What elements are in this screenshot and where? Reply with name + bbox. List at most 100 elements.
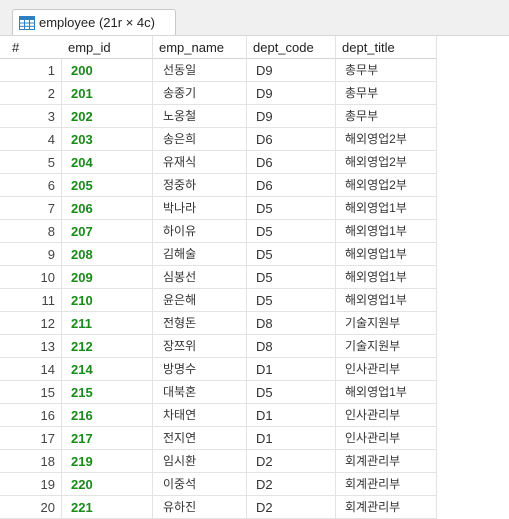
emp-id-cell[interactable]: 210 — [62, 289, 153, 312]
emp-name-cell[interactable]: 윤은해 — [153, 289, 247, 312]
emp-id-cell[interactable]: 207 — [62, 220, 153, 243]
dept-title-cell[interactable]: 해외영업1부 — [336, 289, 437, 312]
table-row[interactable]: 8 207 하이유 D5 해외영업1부 — [0, 220, 509, 243]
dept-title-cell[interactable]: 인사관리부 — [336, 358, 437, 381]
dept-code-cell[interactable]: D9 — [247, 105, 336, 128]
emp-name-cell[interactable]: 정중하 — [153, 174, 247, 197]
emp-id-cell[interactable]: 215 — [62, 381, 153, 404]
dept-title-cell[interactable]: 회계관리부 — [336, 450, 437, 473]
emp-name-cell[interactable]: 이중석 — [153, 473, 247, 496]
emp-id-cell[interactable]: 209 — [62, 266, 153, 289]
emp-name-cell[interactable]: 선동일 — [153, 59, 247, 82]
emp-name-cell[interactable]: 김해술 — [153, 243, 247, 266]
emp-name-cell[interactable]: 유재식 — [153, 151, 247, 174]
column-header-dept-code[interactable]: dept_code — [247, 36, 336, 59]
emp-id-cell[interactable]: 217 — [62, 427, 153, 450]
emp-name-cell[interactable]: 박나라 — [153, 197, 247, 220]
dept-title-cell[interactable]: 해외영업1부 — [336, 220, 437, 243]
dept-title-cell[interactable]: 총무부 — [336, 59, 437, 82]
emp-name-cell[interactable]: 임시환 — [153, 450, 247, 473]
dept-title-cell[interactable]: 해외영업2부 — [336, 151, 437, 174]
emp-name-cell[interactable]: 방명수 — [153, 358, 247, 381]
table-row[interactable]: 3 202 노옹철 D9 총무부 — [0, 105, 509, 128]
dept-title-cell[interactable]: 해외영업2부 — [336, 174, 437, 197]
dept-title-cell[interactable]: 인사관리부 — [336, 427, 437, 450]
emp-id-cell[interactable]: 211 — [62, 312, 153, 335]
dept-code-cell[interactable]: D2 — [247, 473, 336, 496]
dept-code-cell[interactable]: D1 — [247, 427, 336, 450]
dept-title-cell[interactable]: 인사관리부 — [336, 404, 437, 427]
column-header-dept-title[interactable]: dept_title — [336, 36, 437, 59]
dept-title-cell[interactable]: 해외영업1부 — [336, 197, 437, 220]
emp-id-cell[interactable]: 220 — [62, 473, 153, 496]
emp-id-cell[interactable]: 216 — [62, 404, 153, 427]
emp-name-cell[interactable]: 차태연 — [153, 404, 247, 427]
dept-title-cell[interactable]: 해외영업1부 — [336, 266, 437, 289]
table-row[interactable]: 10 209 심봉선 D5 해외영업1부 — [0, 266, 509, 289]
dept-code-cell[interactable]: D5 — [247, 266, 336, 289]
emp-name-cell[interactable]: 심봉선 — [153, 266, 247, 289]
table-row[interactable]: 18 219 임시환 D2 회계관리부 — [0, 450, 509, 473]
emp-name-cell[interactable]: 하이유 — [153, 220, 247, 243]
emp-id-cell[interactable]: 214 — [62, 358, 153, 381]
emp-id-cell[interactable]: 204 — [62, 151, 153, 174]
emp-name-cell[interactable]: 전형돈 — [153, 312, 247, 335]
table-row[interactable]: 14 214 방명수 D1 인사관리부 — [0, 358, 509, 381]
table-row[interactable]: 11 210 윤은해 D5 해외영업1부 — [0, 289, 509, 312]
table-row[interactable]: 7 206 박나라 D5 해외영업1부 — [0, 197, 509, 220]
dept-code-cell[interactable]: D5 — [247, 220, 336, 243]
dept-code-cell[interactable]: D5 — [247, 197, 336, 220]
table-row[interactable]: 17 217 전지연 D1 인사관리부 — [0, 427, 509, 450]
emp-name-cell[interactable]: 장쯔위 — [153, 335, 247, 358]
dept-code-cell[interactable]: D8 — [247, 312, 336, 335]
table-row[interactable]: 2 201 송종기 D9 총무부 — [0, 82, 509, 105]
dept-title-cell[interactable]: 회계관리부 — [336, 473, 437, 496]
tab-employee[interactable]: employee (21r × 4c) — [12, 9, 176, 35]
emp-id-cell[interactable]: 200 — [62, 59, 153, 82]
dept-title-cell[interactable]: 해외영업2부 — [336, 128, 437, 151]
table-row[interactable]: 1 200 선동일 D9 총무부 — [0, 59, 509, 82]
dept-code-cell[interactable]: D6 — [247, 128, 336, 151]
emp-name-cell[interactable]: 대북혼 — [153, 381, 247, 404]
dept-code-cell[interactable]: D6 — [247, 151, 336, 174]
emp-name-cell[interactable]: 송종기 — [153, 82, 247, 105]
column-header-rownum[interactable]: # — [0, 36, 62, 59]
table-row[interactable]: 19 220 이중석 D2 회계관리부 — [0, 473, 509, 496]
emp-name-cell[interactable]: 노옹철 — [153, 105, 247, 128]
dept-title-cell[interactable]: 기술지원부 — [336, 312, 437, 335]
table-row[interactable]: 15 215 대북혼 D5 해외영업1부 — [0, 381, 509, 404]
emp-id-cell[interactable]: 212 — [62, 335, 153, 358]
table-row[interactable]: 9 208 김해술 D5 해외영업1부 — [0, 243, 509, 266]
dept-code-cell[interactable]: D5 — [247, 381, 336, 404]
dept-code-cell[interactable]: D2 — [247, 450, 336, 473]
dept-code-cell[interactable]: D8 — [247, 335, 336, 358]
dept-title-cell[interactable]: 총무부 — [336, 105, 437, 128]
emp-id-cell[interactable]: 203 — [62, 128, 153, 151]
emp-id-cell[interactable]: 201 — [62, 82, 153, 105]
emp-id-cell[interactable]: 202 — [62, 105, 153, 128]
dept-title-cell[interactable]: 총무부 — [336, 82, 437, 105]
table-row[interactable]: 6 205 정중하 D6 해외영업2부 — [0, 174, 509, 197]
dept-code-cell[interactable]: D9 — [247, 59, 336, 82]
dept-code-cell[interactable]: D9 — [247, 82, 336, 105]
column-header-emp-id[interactable]: emp_id — [62, 36, 153, 59]
table-row[interactable]: 13 212 장쯔위 D8 기술지원부 — [0, 335, 509, 358]
emp-name-cell[interactable]: 송은희 — [153, 128, 247, 151]
dept-code-cell[interactable]: D5 — [247, 289, 336, 312]
emp-id-cell[interactable]: 205 — [62, 174, 153, 197]
dept-code-cell[interactable]: D1 — [247, 404, 336, 427]
table-row[interactable]: 4 203 송은희 D6 해외영업2부 — [0, 128, 509, 151]
emp-name-cell[interactable]: 전지연 — [153, 427, 247, 450]
dept-title-cell[interactable]: 기술지원부 — [336, 335, 437, 358]
dept-code-cell[interactable]: D1 — [247, 358, 336, 381]
dept-title-cell[interactable]: 해외영업1부 — [336, 381, 437, 404]
emp-id-cell[interactable]: 208 — [62, 243, 153, 266]
table-row[interactable]: 12 211 전형돈 D8 기술지원부 — [0, 312, 509, 335]
emp-id-cell[interactable]: 219 — [62, 450, 153, 473]
dept-code-cell[interactable]: D6 — [247, 174, 336, 197]
dept-code-cell[interactable]: D5 — [247, 243, 336, 266]
emp-id-cell[interactable]: 206 — [62, 197, 153, 220]
table-row[interactable]: 5 204 유재식 D6 해외영업2부 — [0, 151, 509, 174]
dept-title-cell[interactable]: 해외영업1부 — [336, 243, 437, 266]
column-header-emp-name[interactable]: emp_name — [153, 36, 247, 59]
